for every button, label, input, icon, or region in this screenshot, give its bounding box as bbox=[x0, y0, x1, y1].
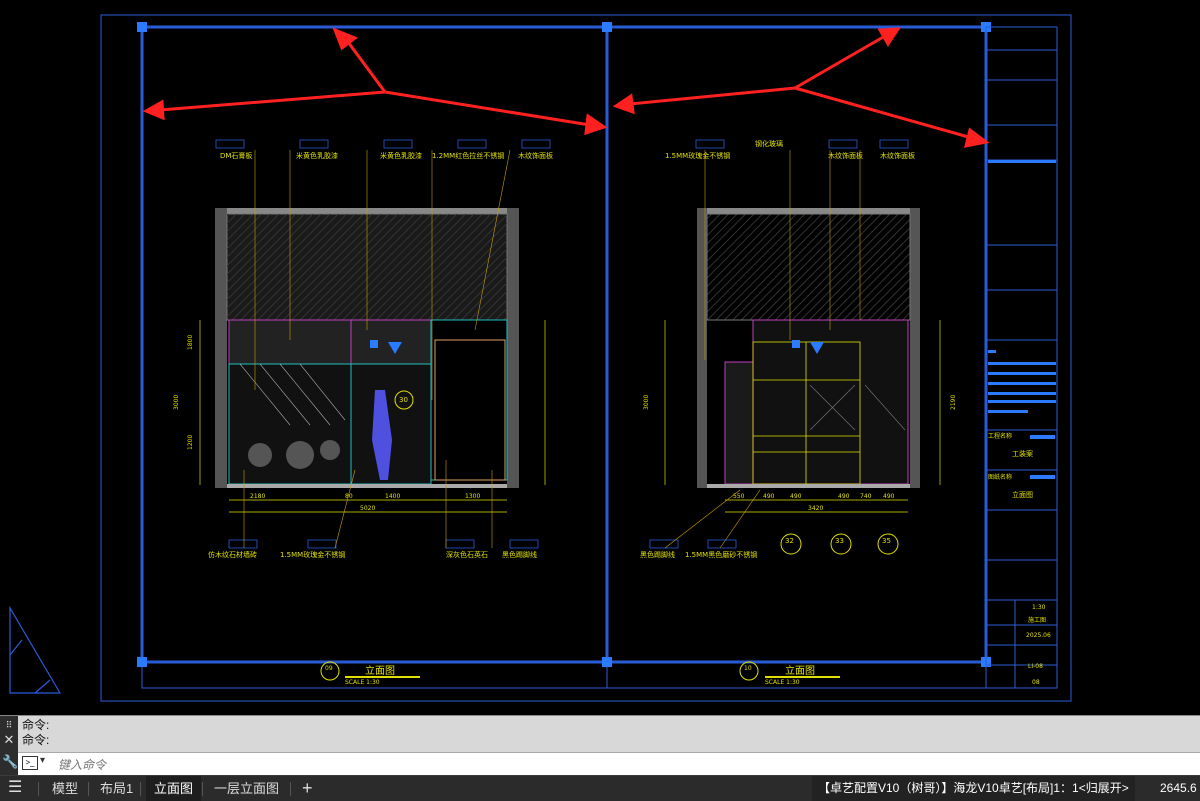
svg-text:LI-08: LI-08 bbox=[1028, 663, 1043, 670]
svg-text:1.5MM玫瑰金不锈钢: 1.5MM玫瑰金不锈钢 bbox=[665, 151, 730, 160]
svg-text:工装案: 工装案 bbox=[1012, 449, 1033, 458]
svg-text:黑色踢脚线: 黑色踢脚线 bbox=[502, 550, 537, 559]
chevron-down-icon[interactable]: ▾ bbox=[40, 755, 45, 766]
svg-text:2180: 2180 bbox=[250, 493, 265, 500]
svg-text:1.5MM玫瑰金不锈钢: 1.5MM玫瑰金不锈钢 bbox=[280, 550, 345, 559]
tab-model[interactable]: 模型 bbox=[44, 776, 86, 801]
svg-text:490: 490 bbox=[883, 493, 895, 500]
command-history: 命令: 命令: bbox=[22, 718, 49, 748]
svg-text:32: 32 bbox=[785, 537, 794, 545]
svg-text:2190: 2190 bbox=[950, 395, 957, 410]
svg-text:08: 08 bbox=[1032, 679, 1040, 686]
command-input[interactable]: >_ ▾ 键入命令 bbox=[18, 752, 1200, 775]
red-arrows bbox=[142, 27, 990, 148]
svg-text:2025.06: 2025.06 bbox=[1026, 632, 1051, 639]
callout-markers: 32 33 35 bbox=[780, 533, 899, 555]
svg-text:3420: 3420 bbox=[808, 505, 823, 512]
svg-text:490: 490 bbox=[838, 493, 850, 500]
coordinate-readout: 2645.6 bbox=[1160, 781, 1197, 795]
svg-text:施工图: 施工图 bbox=[1028, 616, 1046, 624]
svg-text:SCALE 1:30: SCALE 1:30 bbox=[345, 679, 380, 686]
svg-text:3000: 3000 bbox=[173, 395, 180, 410]
svg-text:图纸名称: 图纸名称 bbox=[988, 473, 1012, 481]
svg-text:米黄色乳胶漆: 米黄色乳胶漆 bbox=[296, 151, 338, 160]
svg-text:1200: 1200 bbox=[187, 435, 194, 450]
svg-text:09: 09 bbox=[325, 665, 333, 672]
grip-icon[interactable]: ⠿ bbox=[2, 720, 16, 731]
svg-text:30: 30 bbox=[399, 396, 408, 404]
wrench-icon[interactable]: 🔧 bbox=[2, 754, 18, 770]
svg-text:立面图: 立面图 bbox=[1012, 490, 1033, 499]
command-placeholder: 键入命令 bbox=[58, 758, 107, 772]
cad-drawing: 工装案 立面图 工程名称 图纸名称 1:30 施工图 2025.06 LI-08… bbox=[9, 14, 1072, 702]
svg-text:钢化玻璃: 钢化玻璃 bbox=[755, 139, 783, 148]
svg-text:黑色踢脚线: 黑色踢脚线 bbox=[640, 550, 675, 559]
command-panel-handle[interactable]: ⠿ ✕ 🔧 bbox=[0, 716, 18, 776]
command-history-line: 命令: bbox=[22, 718, 50, 732]
menu-icon[interactable]: ☰ bbox=[8, 780, 28, 796]
svg-text:33: 33 bbox=[835, 537, 844, 545]
svg-text:木纹饰面板: 木纹饰面板 bbox=[518, 151, 553, 160]
command-panel: ⠿ ✕ 🔧 命令: 命令: >_ ▾ 键入命令 bbox=[0, 715, 1200, 776]
svg-text:5020: 5020 bbox=[360, 505, 375, 512]
svg-text:DM石膏板: DM石膏板 bbox=[220, 151, 252, 160]
svg-text:1.5MM黑色磨砂不锈钢: 1.5MM黑色磨砂不锈钢 bbox=[685, 550, 757, 559]
add-tab-button[interactable]: + bbox=[294, 776, 321, 801]
svg-text:立面图: 立面图 bbox=[365, 664, 395, 677]
svg-text:1800: 1800 bbox=[187, 335, 194, 350]
svg-text:米黄色乳胶漆: 米黄色乳胶漆 bbox=[380, 151, 422, 160]
title-block bbox=[985, 26, 1058, 689]
tab-elevation[interactable]: 立面图 bbox=[146, 776, 202, 801]
svg-text:490: 490 bbox=[763, 493, 775, 500]
command-history-line: 命令: bbox=[22, 733, 50, 747]
svg-text:3000: 3000 bbox=[643, 395, 650, 410]
close-icon[interactable]: ✕ bbox=[2, 732, 16, 748]
layout-tabs-bar: ☰ 模型 布局1 立面图 一层立面图 + 【卓艺配置V10（树哥）】海龙V10卓… bbox=[0, 775, 1200, 801]
svg-text:木纹饰面板: 木纹饰面板 bbox=[880, 151, 915, 160]
tab-layout1[interactable]: 布局1 bbox=[92, 776, 141, 801]
svg-text:35: 35 bbox=[882, 537, 891, 545]
right-elevation bbox=[697, 208, 920, 488]
svg-text:1300: 1300 bbox=[465, 493, 480, 500]
svg-text:740: 740 bbox=[860, 493, 872, 500]
status-text[interactable]: 【卓艺配置V10（树哥）】海龙V10卓艺[布局]1：1<归展开> bbox=[812, 776, 1135, 801]
svg-text:工程名称: 工程名称 bbox=[988, 432, 1012, 440]
svg-text:立面图: 立面图 bbox=[785, 664, 815, 677]
tab-first-floor-elevation[interactable]: 一层立面图 bbox=[206, 776, 287, 801]
svg-text:1:30: 1:30 bbox=[1032, 604, 1046, 611]
svg-text:木纹饰面板: 木纹饰面板 bbox=[828, 151, 863, 160]
ucs-icon bbox=[9, 605, 62, 694]
svg-text:SCALE 1:30: SCALE 1:30 bbox=[765, 679, 800, 686]
svg-text:1400: 1400 bbox=[385, 493, 400, 500]
prompt-icon[interactable]: >_ bbox=[22, 756, 38, 770]
svg-text:仿木纹石材墙砖: 仿木纹石材墙砖 bbox=[208, 550, 257, 559]
svg-text:1.2MM红色拉丝不锈钢: 1.2MM红色拉丝不锈钢 bbox=[432, 151, 504, 160]
drawing-canvas[interactable]: 工装案 立面图 工程名称 图纸名称 1:30 施工图 2025.06 LI-08… bbox=[0, 0, 1200, 715]
svg-text:490: 490 bbox=[790, 493, 802, 500]
svg-text:10: 10 bbox=[744, 665, 752, 672]
svg-text:深灰色石英石: 深灰色石英石 bbox=[446, 550, 488, 559]
